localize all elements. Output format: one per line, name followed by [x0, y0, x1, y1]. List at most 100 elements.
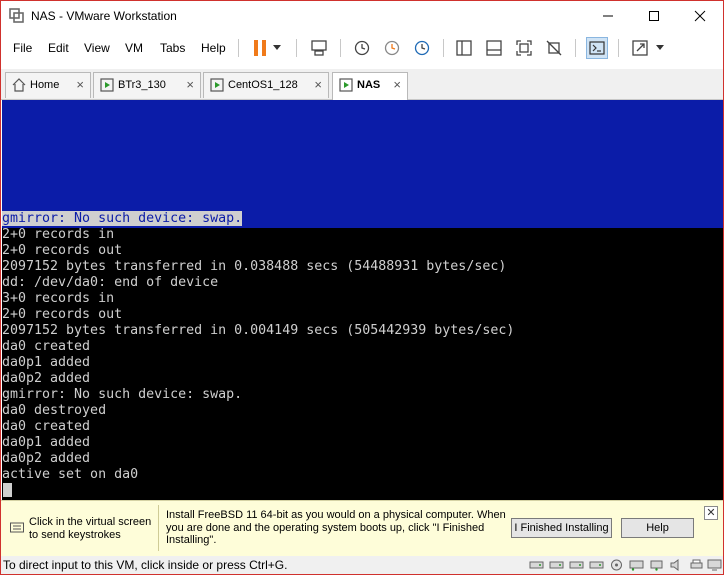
pause-icon: [254, 40, 266, 56]
console-line: 2097152 bytes transferred in 0.038488 se…: [2, 259, 507, 274]
console-cursor: [3, 483, 12, 497]
tab-home[interactable]: Home ×: [5, 72, 91, 98]
hint-close-button[interactable]: ✕: [704, 506, 718, 520]
toolbar-separator: [340, 39, 341, 57]
console-line: da0 created: [2, 339, 91, 354]
console-output: gmirror: No such device: swap. 2+0 recor…: [2, 211, 514, 483]
snapshot-take-icon: [354, 40, 370, 56]
hard-disk-icon[interactable]: [549, 559, 564, 571]
printer-icon[interactable]: [689, 559, 704, 571]
close-icon[interactable]: ×: [314, 77, 322, 92]
vm-console-screen[interactable]: gmirror: No such device: swap. 2+0 recor…: [2, 100, 723, 500]
minimize-icon: [603, 15, 613, 17]
stretch-icon: [632, 40, 648, 56]
title-bar[interactable]: NAS - VMware Workstation: [1, 1, 723, 31]
install-hint-bar: Click in the virtual screen to send keys…: [1, 500, 723, 556]
menu-edit[interactable]: Edit: [48, 41, 69, 55]
send-ctrl-alt-del-icon: [311, 40, 327, 56]
console-view-button[interactable]: [586, 37, 608, 59]
tab-nas[interactable]: NAS ×: [332, 72, 408, 100]
hard-disk-icon[interactable]: [569, 559, 584, 571]
console-line: active set on da0: [2, 467, 139, 482]
console-line: da0 destroyed: [2, 403, 107, 418]
take-snapshot-button[interactable]: [351, 37, 373, 59]
window-title: NAS - VMware Workstation: [31, 9, 177, 23]
toolbar-separator: [238, 39, 239, 57]
dropdown-icon: [656, 45, 664, 50]
sound-icon[interactable]: [669, 559, 684, 571]
console-line: da0p1 added: [2, 355, 91, 370]
toolbar-separator: [618, 39, 619, 57]
help-button[interactable]: Help: [621, 518, 694, 538]
tab-btr3-130[interactable]: BTr3_130 ×: [93, 72, 201, 98]
power-dropdown[interactable]: [270, 37, 284, 59]
tab-label: NAS: [357, 79, 381, 91]
menu-help[interactable]: Help: [201, 41, 226, 55]
full-screen-icon: [516, 40, 532, 56]
console-line: da0p1 added: [2, 435, 91, 450]
dropdown-icon: [273, 45, 281, 50]
unity-icon: [546, 40, 562, 56]
menu-file[interactable]: File: [13, 41, 32, 55]
close-icon[interactable]: ×: [76, 77, 84, 92]
console-view-icon: [589, 41, 605, 55]
close-icon[interactable]: ×: [393, 77, 401, 92]
install-instructions: Install FreeBSD 11 64-bit as you would o…: [166, 509, 506, 546]
vm-icon: [100, 78, 114, 92]
home-icon: [12, 78, 26, 92]
console-blue-region: [2, 100, 723, 228]
hard-disk-icon[interactable]: [529, 559, 544, 571]
console-line: 2+0 records out: [2, 243, 123, 258]
console-line: 2+0 records in: [2, 227, 115, 242]
snapshot-revert-icon: [384, 40, 400, 56]
display-icon[interactable]: [707, 559, 722, 571]
library-view-button[interactable]: [453, 37, 475, 59]
status-message: To direct input to this VM, click inside…: [3, 558, 288, 572]
console-line: 3+0 records in: [2, 291, 115, 306]
toolbar-separator: [443, 39, 444, 57]
hard-disk-icon[interactable]: [589, 559, 604, 571]
snapshot-manager-icon: [414, 40, 430, 56]
vmware-window: NAS - VMware Workstation File Edit View …: [0, 0, 724, 575]
thumbnail-bar-button[interactable]: [483, 37, 505, 59]
unity-button[interactable]: [543, 37, 565, 59]
send-ctrl-alt-del-button[interactable]: [308, 37, 330, 59]
close-button[interactable]: [677, 1, 723, 31]
thumbnail-bar-icon: [486, 40, 502, 56]
keystroke-hint: Click in the virtual screen to send keys…: [29, 516, 152, 541]
close-icon: ✕: [706, 507, 716, 519]
keyboard-icon: [10, 522, 24, 533]
stretch-button[interactable]: [629, 37, 651, 59]
maximize-button[interactable]: [631, 1, 677, 31]
tab-label: BTr3_130: [118, 79, 166, 91]
console-line: 2+0 records out: [2, 307, 123, 322]
network-icon[interactable]: [629, 559, 644, 571]
vmware-app-icon: [9, 8, 24, 23]
menu-tabs[interactable]: Tabs: [160, 41, 185, 55]
console-line: da0p2 added: [2, 451, 91, 466]
usb-icon[interactable]: [649, 559, 664, 571]
console-line: 2097152 bytes transferred in 0.004149 se…: [2, 323, 515, 338]
tab-label: Home: [30, 79, 60, 91]
toolbar-separator: [296, 39, 297, 57]
i-finished-installing-button[interactable]: I Finished Installing: [511, 518, 612, 538]
close-icon[interactable]: ×: [186, 77, 194, 92]
toolbar-separator: [575, 39, 576, 57]
pause-button[interactable]: [249, 37, 271, 59]
close-icon: [694, 10, 706, 22]
console-highlighted-line: gmirror: No such device: swap.: [2, 211, 243, 226]
full-screen-button[interactable]: [513, 37, 535, 59]
minimize-button[interactable]: [585, 1, 631, 31]
revert-snapshot-button[interactable]: [381, 37, 403, 59]
menu-view[interactable]: View: [84, 41, 110, 55]
stretch-dropdown[interactable]: [653, 37, 667, 59]
snapshot-manager-button[interactable]: [411, 37, 433, 59]
tab-label: CentOS1_128: [228, 79, 298, 91]
library-view-icon: [456, 40, 472, 56]
maximize-icon: [649, 11, 659, 21]
status-bar: To direct input to this VM, click inside…: [1, 556, 723, 574]
menu-vm[interactable]: VM: [125, 41, 143, 55]
console-line: dd: /dev/da0: end of device: [2, 275, 219, 290]
cd-rom-icon[interactable]: [609, 559, 624, 571]
tab-centos1-128[interactable]: CentOS1_128 ×: [203, 72, 329, 98]
